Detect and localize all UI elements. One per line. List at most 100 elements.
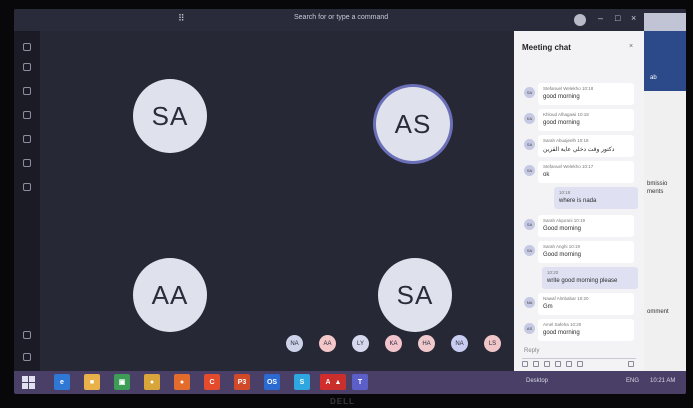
chat-message: SA Sarah Abuajeelh 10:18 دكتور وقت دخلي … [524, 135, 634, 157]
help-icon[interactable] [23, 353, 31, 361]
user-avatar[interactable] [574, 14, 586, 26]
background-text: bmissio [647, 181, 668, 187]
windows-start-icon[interactable] [22, 376, 35, 389]
maximize-button[interactable]: □ [615, 13, 620, 23]
chat-message: SA Stefanuel Welekho 10:18 good morning [524, 83, 634, 105]
format-icon[interactable] [522, 361, 528, 367]
participant-tile[interactable]: AA [40, 201, 281, 371]
teams-titlebar: ⠿ Search for or type a command – □ × [14, 9, 686, 31]
photos-icon[interactable]: ▲ [330, 374, 346, 390]
file-explorer-icon[interactable]: ■ [84, 374, 100, 390]
monitor-brand-logo: DELL [330, 397, 355, 406]
reply-input[interactable]: Reply [522, 345, 636, 359]
own-chat-message: 10:18 where is nada [554, 187, 638, 209]
message-meta: Amel Safeha 10:20 [543, 322, 582, 327]
sender-avatar: SA [524, 139, 535, 150]
participant-chip[interactable]: LY [352, 335, 369, 352]
sender-avatar: SA [524, 87, 535, 98]
message-body: Good morning [543, 252, 582, 258]
message-meta: Sarah Abuajeelh 10:18 [543, 138, 589, 143]
taskbar: e ■ ▣ ● ● C P3 OS S A ▲ T Desktop ENG 10… [14, 371, 686, 394]
own-chat-message: 10:20 write good morning please [542, 267, 638, 289]
tray-desktop-label[interactable]: Desktop [526, 378, 548, 384]
participant-avatar: SA [378, 258, 452, 332]
chat-message: SA Stefanuel Welekho 10:17 ok [524, 161, 634, 183]
sender-avatar: SA [524, 219, 535, 230]
sticker-icon[interactable] [566, 361, 572, 367]
files-icon[interactable] [23, 183, 31, 191]
chat-icon[interactable] [23, 63, 31, 71]
powerpoint-icon[interactable]: P3 [234, 374, 250, 390]
close-button[interactable]: × [631, 13, 636, 23]
background-window-header: ab [644, 31, 686, 91]
meeting-stage: SA AS AA SA [40, 31, 522, 371]
browser-icon[interactable]: C [204, 374, 220, 390]
message-meta: 10:20 [547, 270, 559, 275]
store-icon[interactable]: ▣ [114, 374, 130, 390]
message-body: good morning [543, 94, 580, 100]
participant-avatar-speaking: AS [376, 87, 450, 161]
chat-title: Meeting chat [522, 43, 571, 52]
chat-message: SA Sarah Alqurani 10:19 Good morning [524, 215, 634, 237]
message-meta: Sarah Anghi 10:19 [543, 244, 581, 249]
background-window-controls[interactable] [644, 13, 686, 31]
minimize-button[interactable]: – [598, 13, 603, 23]
background-browser-window: ab bmissio ments omment [644, 31, 686, 371]
tray-language[interactable]: ENG [626, 378, 639, 384]
background-text: omment [647, 309, 669, 315]
meet-icon[interactable] [577, 361, 583, 367]
search-command-box[interactable]: Search for or type a command [294, 14, 388, 21]
message-body: write good morning please [547, 278, 618, 284]
participant-chip[interactable]: KA [385, 335, 402, 352]
background-text: ments [647, 189, 664, 195]
chat-message: KA Khloud Alhagawi 10:18 good morning [524, 109, 634, 131]
participant-tile[interactable]: SA [40, 31, 281, 201]
close-chat-icon[interactable]: × [629, 43, 633, 50]
teams-taskbar-icon[interactable]: T [352, 374, 368, 390]
participant-chip[interactable]: NA [451, 335, 468, 352]
calendar-icon[interactable] [23, 111, 31, 119]
message-body: Good morning [543, 226, 582, 232]
calls-icon[interactable] [23, 159, 31, 167]
participant-avatar: AA [133, 258, 207, 332]
chat-message: NA Nawaf Almbabar 10:20 Gm [524, 293, 634, 315]
outlook-icon[interactable]: OS [264, 374, 280, 390]
sender-avatar: KA [524, 113, 535, 124]
apps-icon[interactable] [23, 331, 31, 339]
chrome-icon[interactable]: ● [144, 374, 160, 390]
sender-avatar: SA [524, 245, 535, 256]
emoji-icon[interactable] [544, 361, 550, 367]
message-body: Gm [543, 304, 553, 310]
message-body: good morning [543, 120, 580, 126]
message-body: ok [543, 172, 550, 178]
screen: ⠿ Search for or type a command – □ × SA [14, 9, 686, 394]
participant-tile[interactable]: AS [281, 31, 522, 201]
participant-chip[interactable]: HA [418, 335, 435, 352]
participant-chip[interactable]: NA [286, 335, 303, 352]
sender-avatar: SA [524, 165, 535, 176]
message-body: good morning [543, 330, 580, 336]
message-body: دكتور وقت دخلي عاية القرين [543, 147, 615, 153]
attach-icon[interactable] [533, 361, 539, 367]
firefox-icon[interactable]: ● [174, 374, 190, 390]
send-icon[interactable] [628, 361, 634, 367]
tray-clock[interactable]: 10:21 AM [650, 378, 675, 384]
drag-handle-icon[interactable]: ⠿ [178, 13, 185, 24]
assignments-icon[interactable] [23, 135, 31, 143]
message-meta: Sarah Alqurani 10:19 [543, 218, 586, 223]
message-meta: 10:18 [559, 190, 571, 195]
activity-icon[interactable] [23, 43, 31, 51]
meeting-chat-panel: Meeting chat × SA Stefanuel Welekho 10:1… [514, 31, 644, 371]
participant-chip[interactable]: AA [319, 335, 336, 352]
skype-icon[interactable]: S [294, 374, 310, 390]
compose-toolbar [522, 361, 636, 369]
background-tab-label[interactable]: ab [650, 75, 657, 81]
message-meta: Stefanuel Welekho 10:17 [543, 164, 594, 169]
monitor: ⠿ Search for or type a command – □ × SA [0, 0, 693, 408]
message-meta: Stefanuel Welekho 10:18 [543, 86, 594, 91]
gif-icon[interactable] [555, 361, 561, 367]
ie-icon[interactable]: e [54, 374, 70, 390]
participant-chip[interactable]: LS [484, 335, 501, 352]
teams-icon[interactable] [23, 87, 31, 95]
chat-message: AS Amel Safeha 10:20 good morning [524, 319, 634, 341]
